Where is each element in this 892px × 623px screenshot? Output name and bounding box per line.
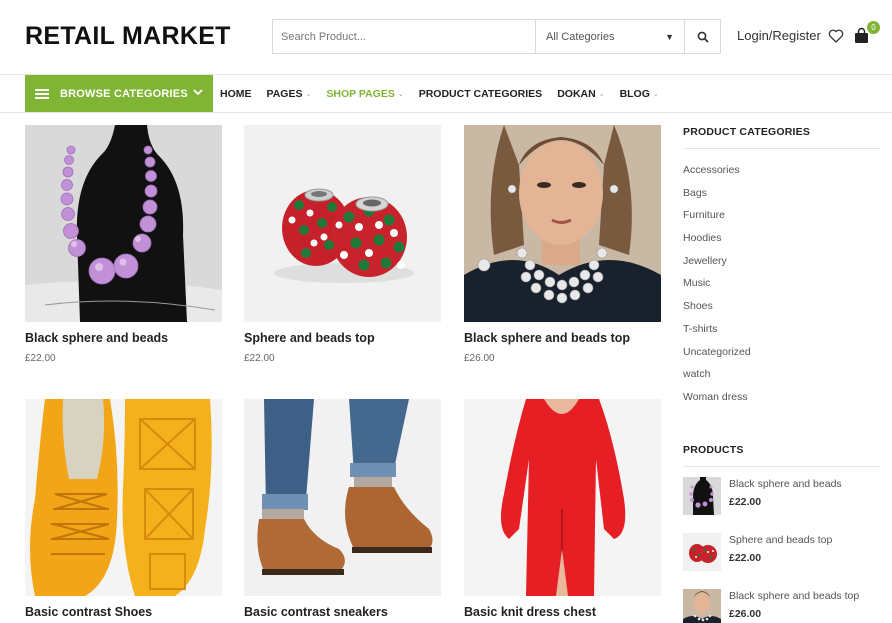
sidebar-product-name[interactable]: Black sphere and beads xyxy=(729,478,842,490)
main-navbar: BROWSE CATEGORIES HOME PAGES ⌄ SHOP PAGES ⌄ P… xyxy=(0,75,892,113)
category-link[interactable]: watch xyxy=(683,363,880,386)
nav-item-blog[interactable]: BLOG ⌄ xyxy=(620,88,659,100)
product-price: £22.00 xyxy=(25,353,56,364)
product-image[interactable] xyxy=(25,125,222,322)
chevron-down-icon: ⌄ xyxy=(397,90,404,98)
category-link[interactable]: Woman dress xyxy=(683,386,880,409)
category-link[interactable]: T-shirts xyxy=(683,318,880,341)
sidebar: PRODUCT CATEGORIES Accessories Bags Furnit… xyxy=(683,113,880,623)
sidebar-product-thumb[interactable] xyxy=(683,532,721,571)
sidebar-product-price: £26.00 xyxy=(729,607,762,620)
category-link[interactable]: Uncategorized xyxy=(683,341,880,364)
product-image[interactable] xyxy=(25,399,222,596)
sidebar-product-thumb[interactable] xyxy=(683,476,721,515)
product-card[interactable]: Sphere and beads top £22.00 xyxy=(244,125,441,364)
category-select[interactable]: All Categories ▼ xyxy=(535,19,684,54)
product-title[interactable]: Basic contrast Shoes xyxy=(25,605,222,619)
caret-down-icon: ▼ xyxy=(665,31,674,42)
product-title[interactable]: Sphere and beads top xyxy=(244,331,441,345)
nav-item-label: HOME xyxy=(220,87,252,100)
nav-item-dokan[interactable]: DOKAN ⌄ xyxy=(557,88,604,100)
product-title[interactable]: Black sphere and beads xyxy=(25,331,222,345)
nav-item-label: PRODUCT CATEGORIES xyxy=(418,87,543,100)
product-image[interactable] xyxy=(464,125,661,322)
login-register-link[interactable]: Login/Register xyxy=(737,28,821,43)
product-card[interactable]: Basic knit dress chest xyxy=(464,399,661,619)
hamburger-icon xyxy=(35,88,49,99)
sidebar-product-item[interactable]: Black sphere and beads £22.00 xyxy=(683,476,880,523)
category-link[interactable]: Hoodies xyxy=(683,227,880,250)
chevron-down-icon: ⌄ xyxy=(305,90,312,98)
sidebar-product-name[interactable]: Black sphere and beads top xyxy=(729,590,859,602)
product-title[interactable]: Basic knit dress chest xyxy=(464,605,661,619)
product-card[interactable]: Basic contrast sneakers xyxy=(244,399,441,619)
sidebar-product-name[interactable]: Sphere and beads top xyxy=(729,534,832,546)
nav-item-home[interactable]: HOME xyxy=(220,88,252,100)
sidebar-product-item[interactable]: Black sphere and beads top £26.00 xyxy=(683,588,880,623)
site-header: RETAIL MARKET All Categories ▼ Login/Reg… xyxy=(0,0,892,75)
nav-item-shop-pages[interactable]: SHOP PAGES ⌄ xyxy=(326,88,403,100)
nav-item-label: BLOG xyxy=(619,87,650,100)
category-link[interactable]: Jewellery xyxy=(683,250,880,273)
product-price: £26.00 xyxy=(464,353,495,364)
sidebar-product-price: £22.00 xyxy=(729,495,762,508)
product-card[interactable]: Black sphere and beads £22.00 xyxy=(25,125,222,364)
category-link[interactable]: Furniture xyxy=(683,204,880,227)
product-title[interactable]: Black sphere and beads top xyxy=(464,331,661,345)
product-price: £22.00 xyxy=(244,353,275,364)
category-select-value: All Categories xyxy=(546,30,615,43)
category-link[interactable]: Bags xyxy=(683,182,880,205)
search-input[interactable] xyxy=(272,19,535,54)
search-button[interactable] xyxy=(684,19,721,54)
nav-item-pages[interactable]: PAGES ⌄ xyxy=(267,88,312,100)
search-icon xyxy=(697,31,709,43)
category-link[interactable]: Accessories xyxy=(683,159,880,182)
heart-icon[interactable] xyxy=(828,28,844,44)
chevron-down-icon xyxy=(193,88,203,99)
category-link[interactable]: Music xyxy=(683,272,880,295)
nav-menu: HOME PAGES ⌄ SHOP PAGES ⌄ PRODUCT CATEGORIES D… xyxy=(220,75,674,112)
product-title[interactable]: Basic contrast sneakers xyxy=(244,605,441,619)
product-categories-title: PRODUCT CATEGORIES xyxy=(683,113,880,149)
nav-item-label: DOKAN xyxy=(557,87,596,100)
products-widget-title: PRODUCTS xyxy=(683,431,880,467)
category-link[interactable]: Shoes xyxy=(683,295,880,318)
browse-categories-label: BROWSE CATEGORIES xyxy=(60,87,188,100)
chevron-down-icon: ⌄ xyxy=(652,90,659,98)
nav-item-label: SHOP PAGES xyxy=(326,87,395,100)
product-card[interactable]: Basic contrast Shoes xyxy=(25,399,222,619)
sidebar-product-thumb[interactable] xyxy=(683,588,721,623)
chevron-down-icon: ⌄ xyxy=(598,90,605,98)
nav-item-label: PAGES xyxy=(266,87,303,100)
sidebar-product-price: £22.00 xyxy=(729,551,762,564)
search-bar: All Categories ▼ xyxy=(272,19,721,54)
sidebar-product-item[interactable]: Sphere and beads top £22.00 xyxy=(683,532,880,579)
product-image[interactable] xyxy=(244,125,441,322)
product-image[interactable] xyxy=(244,399,441,596)
cart-count-badge: 0 xyxy=(867,21,880,34)
nav-item-product-categories[interactable]: PRODUCT CATEGORIES xyxy=(419,88,542,100)
product-card[interactable]: Black sphere and beads top £26.00 xyxy=(464,125,661,364)
site-logo[interactable]: RETAIL MARKET xyxy=(25,22,231,51)
browse-categories-button[interactable]: BROWSE CATEGORIES xyxy=(25,75,213,112)
category-list: Accessories Bags Furniture Hoodies Jewellery… xyxy=(683,149,880,409)
product-image[interactable] xyxy=(464,399,661,596)
